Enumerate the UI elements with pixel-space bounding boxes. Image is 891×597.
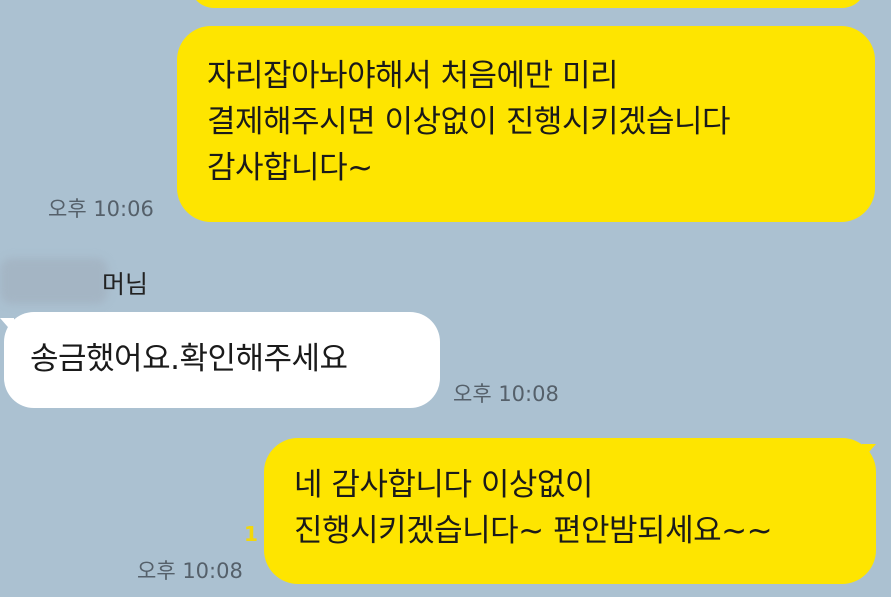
message-timestamp: 오후 10:06 [48,197,154,221]
message-text-line: 네 감사합니다 이상없이 [294,467,593,503]
message-text-line: 자리잡아놔야해서 처음에만 미리 [207,58,619,94]
message-timestamp: 오후 10:08 [453,382,559,406]
message-bubble-incoming[interactable]: 송금했어요.확인해주세요 [4,312,440,408]
message-bubble-outgoing[interactable]: 자리잡아놔야해서 처음에만 미리 결제해주시면 이상없이 진행시키겠습니다 감사… [177,26,875,222]
message-text-line: 결제해주시면 이상없이 진행시키겠습니다 [207,104,731,140]
bubble-tail [862,444,876,460]
chat-message-area[interactable]: 자리잡아놔야해서 처음에만 미리 결제해주시면 이상없이 진행시키겠습니다 감사… [0,0,891,597]
sender-name-blur [0,258,108,304]
unread-count: 1 [244,522,258,546]
message-bubble-previous[interactable] [190,0,866,8]
message-text-line: 감사합니다~ [207,150,373,186]
message-bubble-outgoing[interactable]: 네 감사합니다 이상없이 진행시키겠습니다~ 편안밤되세요~~ [264,438,876,584]
message-timestamp: 오후 10:08 [137,559,243,583]
message-text-line: 진행시키겠습니다~ 편안밤되세요~~ [294,513,773,549]
sender-name: 머님 [102,270,149,299]
message-text-line: 송금했어요.확인해주세요 [30,341,348,377]
